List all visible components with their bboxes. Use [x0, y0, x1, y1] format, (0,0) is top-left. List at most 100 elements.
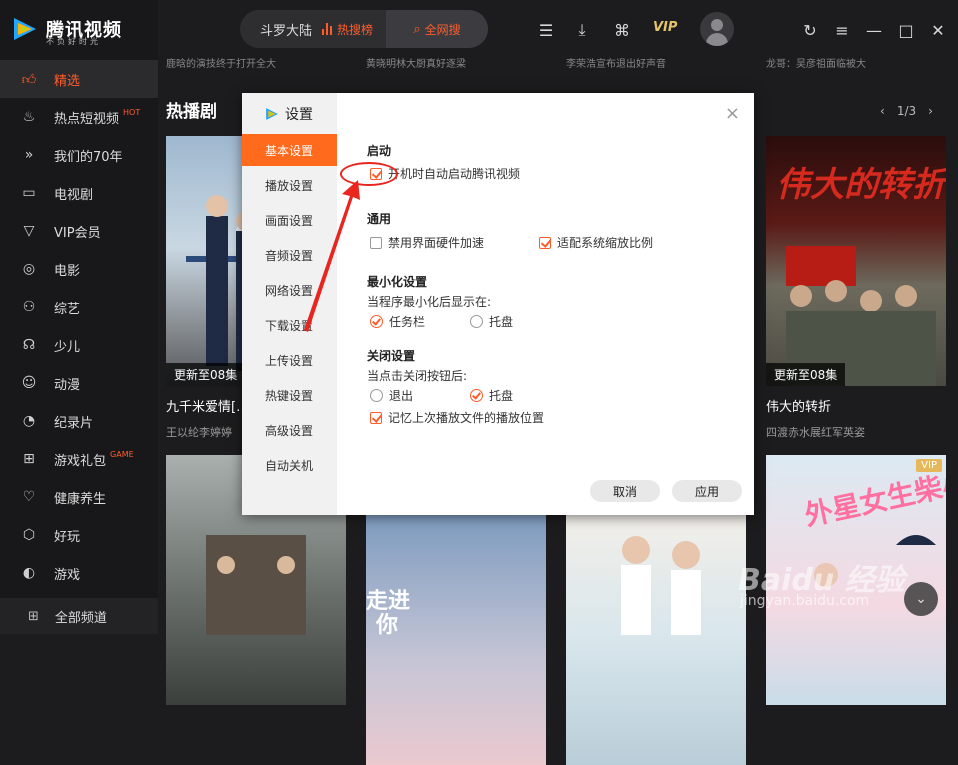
close-tray-radio[interactable]: 托盘: [470, 387, 513, 404]
dialog-title-text: 设置: [285, 107, 313, 123]
sidebar-item-label: 健康养生: [54, 491, 107, 507]
kids-icon: ☊: [22, 337, 36, 353]
documentary-icon: ◔: [22, 413, 36, 429]
fun-icon: ⬡: [22, 527, 36, 543]
history-list-icon[interactable]: ☰: [534, 18, 558, 42]
vip-diamond-icon: ▽: [23, 223, 35, 239]
vip-button[interactable]: VIP: [653, 20, 677, 35]
checkbox-unchecked[interactable]: [370, 236, 382, 249]
disable-hw-accel-checkbox[interactable]: 禁用界面硬件加速: [370, 234, 484, 251]
sidebar-item-kids[interactable]: ☊ 少儿: [0, 326, 158, 364]
vip-badge: VIP: [916, 459, 942, 472]
sidebar-item-label: 电影: [54, 263, 81, 279]
next-page-button[interactable]: ›: [928, 104, 933, 118]
menu-basic-settings[interactable]: 基本设置: [242, 134, 337, 166]
menu-display-settings[interactable]: 画面设置: [242, 204, 337, 236]
search-button[interactable]: ⌕ 全网搜: [386, 10, 488, 48]
minimize-tray-radio[interactable]: 托盘: [470, 313, 513, 330]
close-exit-radio[interactable]: 退出: [370, 387, 413, 404]
gamepad-icon: ⊞: [23, 451, 35, 467]
remember-position-checkbox[interactable]: 记忆上次播放文件的播放位置: [370, 409, 544, 426]
disable-hw-accel-label: 禁用界面硬件加速: [388, 236, 485, 250]
minimize-taskbar-radio[interactable]: 任务栏: [370, 313, 425, 330]
sidebar-item-game-gifts[interactable]: ⊞ 游戏礼包 GAME: [0, 440, 158, 478]
radio-selected[interactable]: [370, 315, 383, 328]
system-scaling-checkbox[interactable]: 适配系统缩放比例: [539, 234, 653, 251]
video-title[interactable]: 伟大的转折: [766, 396, 946, 415]
menu-playback-settings[interactable]: 播放设置: [242, 169, 337, 201]
close-window-icon[interactable]: ✕: [926, 18, 950, 42]
sidebar-item-70-years[interactable]: » 我们的70年: [0, 136, 158, 174]
sidebar-item-label: 电视剧: [54, 187, 94, 203]
pager: ‹ 1/3 ›: [880, 104, 933, 118]
menu-audio-settings[interactable]: 音频设置: [242, 239, 337, 271]
chevron-down-icon: ⌄: [915, 591, 927, 607]
tencent-video-logo-icon: [10, 14, 40, 44]
menu-auto-shutdown[interactable]: 自动关机: [242, 449, 337, 481]
sidebar-item-featured[interactable]: 👍︎ 精选: [0, 60, 158, 98]
maximize-icon[interactable]: □: [894, 18, 918, 42]
menu-upload-settings[interactable]: 上传设置: [242, 344, 337, 376]
refresh-icon[interactable]: ↻: [798, 18, 822, 42]
sidebar-item-label: VIP会员: [54, 225, 101, 241]
update-badge: 更新至08集: [166, 363, 246, 386]
sidebar-item-tv-series[interactable]: ▭ 电视剧: [0, 174, 158, 212]
sidebar-item-variety[interactable]: ⚇ 综艺: [0, 288, 158, 326]
radio-unselected[interactable]: [470, 315, 483, 328]
apply-button[interactable]: 应用: [672, 480, 742, 502]
avatar[interactable]: [700, 12, 734, 46]
app-logo[interactable]: 腾讯视频 不负好时光: [10, 12, 122, 46]
video-card[interactable]: 伟大的转折 更新至08集 伟大的转折 四渡赤水展红军英姿: [766, 136, 946, 440]
sidebar-item-health[interactable]: ♡ 健康养生: [0, 478, 158, 516]
menu-hotkey-settings[interactable]: 热键设置: [242, 379, 337, 411]
sidebar-item-games[interactable]: ◐ 游戏: [0, 554, 158, 592]
avatar-body: [706, 33, 728, 46]
caption: 黄晓明林大厨真好逐梁: [366, 59, 466, 69]
sidebar-item-fun[interactable]: ⬡ 好玩: [0, 516, 158, 554]
menu-download-settings[interactable]: 下载设置: [242, 309, 337, 341]
search-bar[interactable]: 斗罗大陆 热搜榜 ⌕ 全网搜: [240, 10, 488, 48]
menu-network-settings[interactable]: 网络设置: [242, 274, 337, 306]
video-card[interactable]: 走进 你: [366, 515, 546, 765]
minimize-icon[interactable]: —: [862, 18, 886, 42]
top-bar: 斗罗大陆 热搜榜 ⌕ 全网搜 ☰ ⤓ ⌘ VIP ↻ ≡ — □ ✕: [158, 0, 958, 58]
video-desc: 四渡赤水展红军英姿: [766, 426, 865, 439]
gamepad-icon[interactable]: ⌘: [610, 18, 634, 42]
checkbox-checked[interactable]: [370, 411, 382, 424]
flame-icon: ♨: [22, 109, 36, 125]
sidebar-item-label: 精选: [54, 73, 81, 89]
update-badge: 更新至08集: [766, 363, 846, 386]
watermark-url: jingyan.baidu.com: [740, 593, 870, 609]
close-description: 当点击关闭按钮后:: [367, 369, 468, 383]
sidebar-item-label: 综艺: [54, 301, 81, 317]
video-card[interactable]: [566, 515, 746, 765]
previous-row-captions: 鹿晗的演技终于打开全大 黄晓明林大厨真好逐梁 李荣浩宣布退出好声音 龙哥：吴彦祖…: [166, 55, 946, 69]
sidebar-item-documentary[interactable]: ◔ 纪录片: [0, 402, 158, 440]
tray-label: 托盘: [489, 389, 514, 403]
sidebar-item-anime[interactable]: ☺ 动漫: [0, 364, 158, 402]
all-channels-button[interactable]: ⊞ 全部频道: [0, 598, 158, 634]
radio-unselected[interactable]: [370, 389, 383, 402]
minimize-description: 当程序最小化后显示在:: [367, 295, 492, 309]
close-icon[interactable]: ×: [725, 105, 740, 123]
search-input[interactable]: 斗罗大陆: [240, 20, 312, 39]
search-icon: ⌕: [413, 21, 421, 37]
download-icon[interactable]: ⤓: [570, 18, 594, 42]
radio-selected[interactable]: [470, 389, 483, 402]
sidebar-item-label: 纪录片: [54, 415, 94, 431]
cancel-button[interactable]: 取消: [590, 480, 660, 502]
sidebar: 腾讯视频 不负好时光 👍︎ 精选 ♨ 热点短视频 HOT » 我们的70年 ▭ …: [0, 0, 158, 634]
checkbox-checked[interactable]: [539, 236, 551, 249]
menu-icon[interactable]: ≡: [830, 18, 854, 42]
hot-search-link[interactable]: 热搜榜: [322, 21, 373, 38]
scroll-down-button[interactable]: ⌄: [904, 582, 938, 616]
controller-icon: ◐: [22, 565, 36, 581]
film-reel-icon: ◎: [22, 261, 36, 277]
sidebar-item-movies[interactable]: ◎ 电影: [0, 250, 158, 288]
sidebar-item-vip[interactable]: ▽ VIP会员: [0, 212, 158, 250]
prev-page-button[interactable]: ‹: [880, 104, 885, 118]
startup-section-title: 启动: [367, 144, 392, 158]
tv-icon: ▭: [22, 185, 36, 201]
sidebar-item-hot-shorts[interactable]: ♨ 热点短视频 HOT: [0, 98, 158, 136]
menu-advanced-settings[interactable]: 高级设置: [242, 414, 337, 446]
